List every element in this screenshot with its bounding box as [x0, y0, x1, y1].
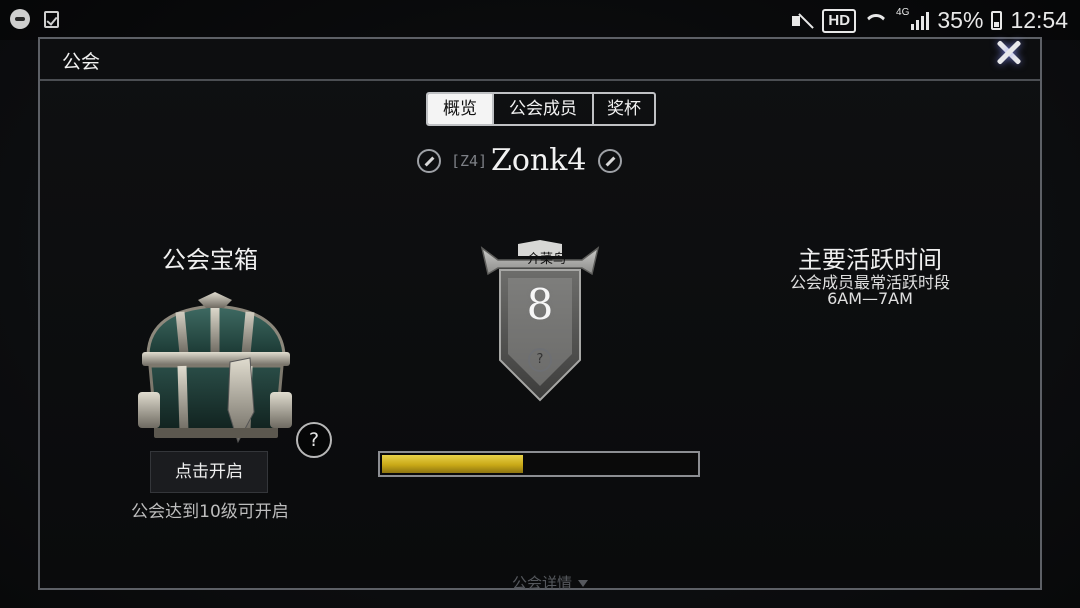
guild-screen: HD 4G 35% 12:54 公会 概览 公会成员 奖杯 [Z4] Zonk4…: [0, 0, 1080, 608]
guild-tag: [Z4]: [451, 152, 488, 170]
guild-details-label: 公会详情: [511, 574, 572, 592]
chest-help-button[interactable]: ?: [296, 422, 332, 458]
chest-unlock-note: 公会达到10级可开启: [131, 502, 289, 522]
mute-icon: [792, 11, 814, 31]
panel-title: 公会: [62, 51, 101, 73]
chevron-down-icon: [578, 580, 588, 587]
rank-title: 一介菜鸟: [513, 252, 566, 267]
battery-percent: 35%: [937, 7, 984, 33]
wifi-icon: [864, 12, 888, 30]
open-chest-button[interactable]: 点击开启: [150, 451, 268, 493]
game-notification-icon: [10, 9, 30, 29]
panel-header: 公会: [40, 39, 1040, 81]
hd-badge: HD: [822, 8, 857, 33]
guild-xp-fill: [382, 455, 523, 473]
status-right: HD 4G 35% 12:54: [792, 7, 1068, 34]
battery-icon: [991, 11, 1003, 30]
guild-name: Zonk4: [491, 143, 587, 178]
guild-tabs: 概览 公会成员 奖杯: [426, 92, 656, 126]
guild-details-toggle[interactable]: 公会详情: [495, 572, 605, 593]
chest-title: 公会宝箱: [162, 246, 258, 274]
network-type: 4G: [896, 7, 910, 18]
guild-level: 8: [526, 280, 554, 329]
edit-tag-icon[interactable]: [417, 149, 441, 173]
close-icon[interactable]: [985, 31, 1033, 73]
tab-trophies[interactable]: 奖杯: [592, 94, 654, 124]
tab-members[interactable]: 公会成员: [492, 94, 592, 124]
status-left: [10, 9, 59, 29]
clock: 12:54: [1010, 7, 1068, 33]
guild-xp-bar: [378, 451, 700, 477]
status-bar: HD 4G 35% 12:54: [0, 0, 1080, 40]
activity-time-range: 6AM—7AM: [827, 289, 913, 308]
signal-icon: [911, 11, 930, 30]
task-notification-icon: [44, 10, 59, 28]
tab-overview[interactable]: 概览: [428, 94, 492, 124]
guild-name-row: [Z4] Zonk4: [415, 143, 627, 181]
treasure-chest-icon[interactable]: [120, 292, 310, 452]
edit-name-icon[interactable]: [598, 149, 622, 173]
rank-help-button[interactable]: ?: [528, 348, 552, 372]
